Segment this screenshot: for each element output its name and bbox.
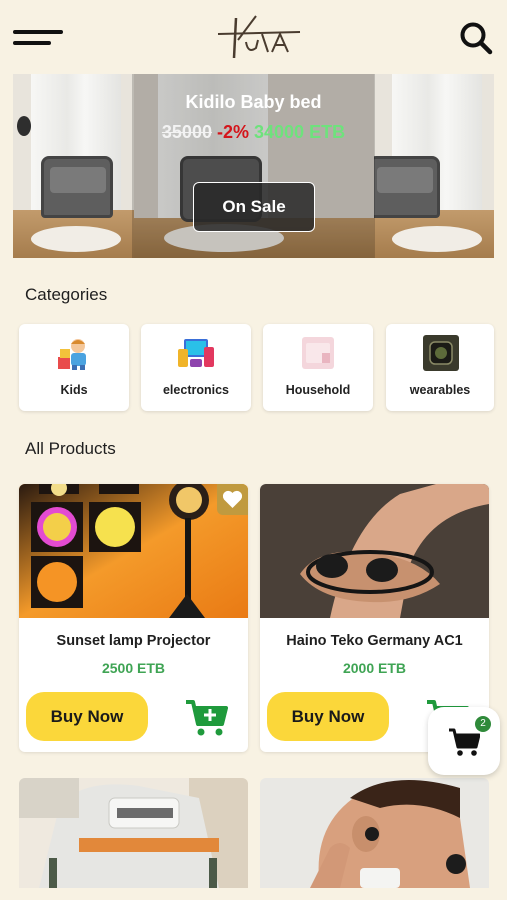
cart-count-badge: 2 (475, 716, 491, 732)
banner-prices: 35000 -2% 34000 ETB (132, 122, 375, 143)
categories-heading: Categories (25, 285, 108, 304)
category-label: wearables (409, 383, 471, 397)
category-electronics[interactable]: electronics (141, 324, 251, 411)
favorite-heart-icon[interactable] (217, 484, 248, 515)
floating-cart-button[interactable]: 2 (428, 707, 500, 775)
all-products-heading: All Products (25, 439, 116, 458)
buy-now-button[interactable]: Buy Now (267, 692, 389, 741)
product-price: 2500 ETB (101, 660, 166, 676)
product-image (260, 484, 489, 618)
promo-banner[interactable]: Kidilo Baby bed 35000 -2% 34000 ETB On S… (13, 74, 494, 258)
search-icon[interactable] (458, 20, 494, 56)
banner-discount: -2% (216, 122, 249, 142)
category-wearables[interactable]: wearables (386, 324, 494, 411)
buy-now-button[interactable]: Buy Now (26, 692, 148, 741)
category-label: Kids (60, 383, 88, 397)
add-to-cart-icon[interactable] (184, 698, 228, 738)
electronics-icon (178, 335, 214, 371)
product-card-sunset-lamp[interactable]: Sunset lamp Projector 2500 ETB Buy Now (19, 484, 248, 752)
on-sale-button[interactable]: On Sale (193, 182, 315, 232)
banner-image-right (374, 74, 494, 258)
category-label: electronics (162, 383, 229, 397)
wearables-icon (423, 335, 459, 371)
top-bar (0, 0, 507, 75)
cart-icon (448, 727, 481, 762)
product-card-earbuds[interactable] (260, 778, 489, 888)
household-icon (300, 335, 336, 371)
product-name: Haino Teko Germany AC1 (286, 633, 463, 649)
banner-old-price: 35000 (161, 122, 212, 142)
product-card-high-chair[interactable] (19, 778, 248, 888)
hamburger-menu-icon[interactable] (13, 27, 63, 49)
product-image (19, 484, 248, 618)
banner-image-left (13, 74, 134, 258)
app-logo (214, 12, 306, 62)
category-kids[interactable]: Kids (19, 324, 129, 411)
category-household[interactable]: Household (263, 324, 373, 411)
banner-title: Kidilo Baby bed (185, 92, 322, 112)
kids-icon (56, 335, 92, 371)
category-label: Household (285, 383, 351, 397)
product-price: 2000 ETB (342, 660, 407, 676)
banner-new-price: 34000 ETB (254, 122, 346, 142)
product-name: Sunset lamp Projector (56, 633, 211, 649)
